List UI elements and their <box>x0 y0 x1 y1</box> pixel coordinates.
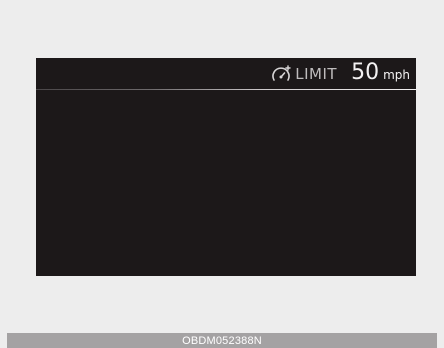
speed-limit-gauge-icon <box>272 65 291 81</box>
divider-line <box>36 89 416 90</box>
caption-bar: OBDM052388N <box>7 333 437 348</box>
page: LIMIT 50 mph OBDM052388N <box>0 0 444 348</box>
limit-label: LIMIT <box>295 65 338 83</box>
cluster-display: LIMIT 50 mph <box>36 58 416 276</box>
speed-limit-indicator: LIMIT 50 mph <box>270 60 410 88</box>
image-code: OBDM052388N <box>182 334 262 347</box>
limit-unit: mph <box>383 68 410 82</box>
status-bar: LIMIT 50 mph <box>36 58 416 90</box>
limit-value: 50 <box>351 60 380 85</box>
